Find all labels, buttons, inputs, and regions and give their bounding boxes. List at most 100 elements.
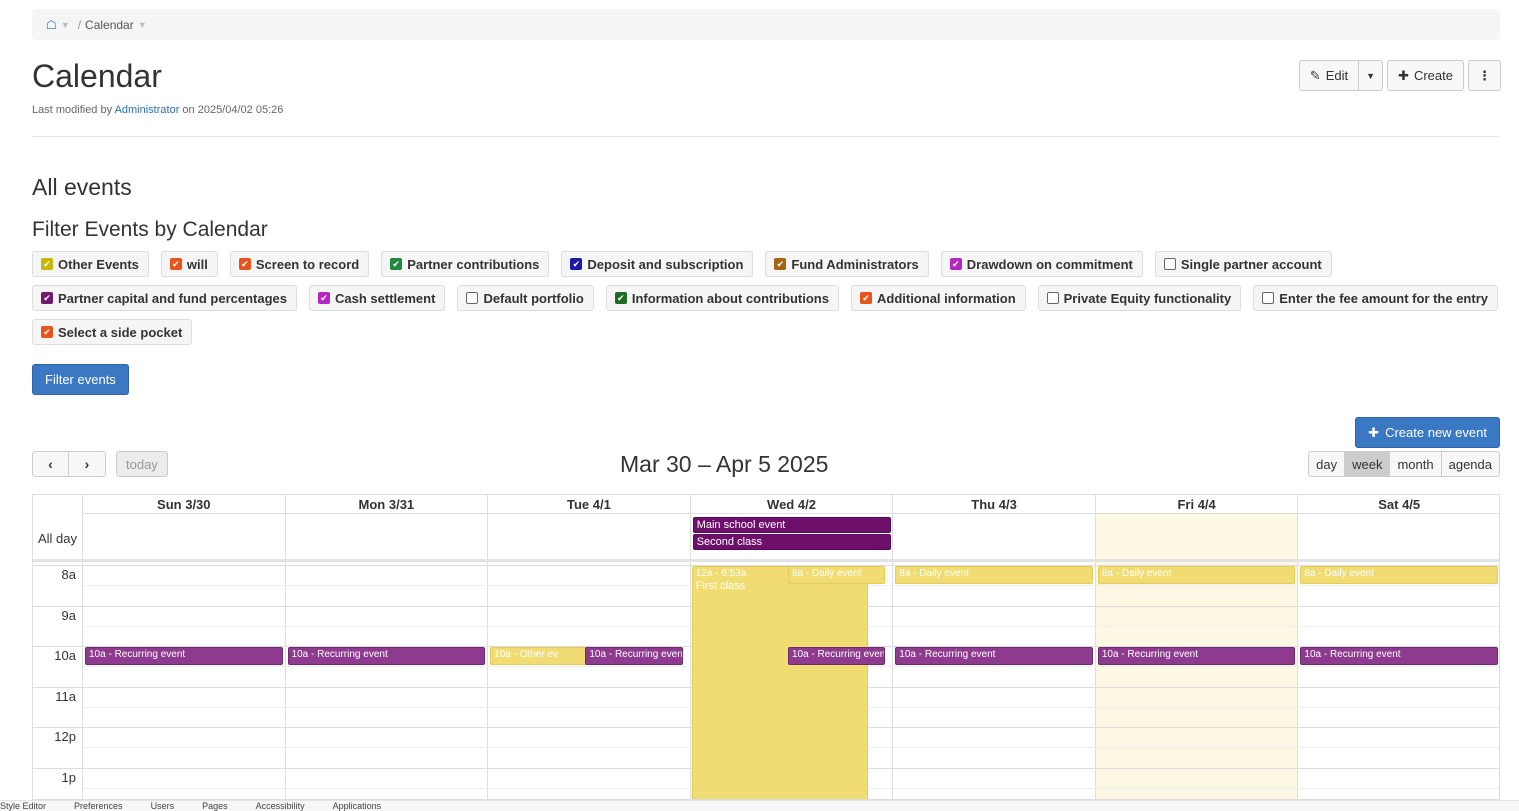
checkbox-checked-icon[interactable]: ✔ <box>390 258 403 270</box>
checkbox-unchecked-icon[interactable] <box>1046 292 1059 304</box>
checkbox-checked-icon[interactable]: ✔ <box>774 258 787 270</box>
bottom-toolbar-item[interactable]: Applications <box>333 801 382 811</box>
edit-button[interactable]: ✎ Edit <box>1298 60 1360 91</box>
caret-down-icon: ▼ <box>1366 70 1376 81</box>
event-label: 10a - Recurring event <box>1101 649 1199 660</box>
calendar-event[interactable]: 8a - Daily event <box>895 566 1093 585</box>
filter-chip[interactable]: ✔ Other Events <box>32 251 149 277</box>
calendar-event[interactable]: 8a - Daily event <box>1097 566 1296 585</box>
view-agenda-button[interactable]: agenda <box>1441 451 1500 477</box>
filter-chip[interactable]: ✔ Cash settlement <box>309 285 446 311</box>
next-button[interactable]: › <box>69 451 106 477</box>
bottom-toolbar-item[interactable]: Pages <box>202 801 228 811</box>
filter-label: Other Events <box>58 256 139 272</box>
filter-chip[interactable]: ✔ will <box>160 251 218 277</box>
filter-chip[interactable]: ✔ Information about contributions <box>605 285 839 311</box>
bottom-toolbar-item[interactable]: Preferences <box>74 801 123 811</box>
calendar-event[interactable]: 8a - Daily event <box>1300 566 1498 585</box>
prev-button[interactable]: ‹ <box>32 451 69 477</box>
create-button[interactable]: ✚ Create <box>1387 60 1464 91</box>
edit-button-group: ✎ Edit ▼ <box>1298 60 1384 91</box>
event-label: 10a - Other ev <box>494 649 559 660</box>
filter-chip[interactable]: ✔ Partner contributions <box>381 251 550 277</box>
bottom-toolbar-item[interactable]: Users <box>151 801 175 811</box>
plus-icon: ✚ <box>1368 424 1380 440</box>
filter-label: Cash settlement <box>335 290 436 306</box>
modified-user-link[interactable]: Administrator <box>115 104 180 116</box>
checkbox-checked-icon[interactable]: ✔ <box>41 258 53 270</box>
filter-chip[interactable]: ✔ Drawdown on commitment <box>940 251 1143 277</box>
filter-chip[interactable]: ✔ Select a side pocket <box>32 319 193 345</box>
view-week-button[interactable]: week <box>1345 451 1391 477</box>
calendar-event[interactable]: 12a - 6:53a First class <box>691 566 868 799</box>
filter-label: Fund Administrators <box>791 256 919 272</box>
checkbox-unchecked-icon[interactable] <box>1262 292 1275 304</box>
chevron-down-icon[interactable]: ▼ <box>61 20 70 30</box>
bottom-toolbar-item[interactable]: Accessibility <box>256 801 305 811</box>
day-header[interactable]: Sat 4/5 <box>1298 495 1499 514</box>
calendar-event[interactable]: 10a - Recurring event <box>1097 647 1296 666</box>
allday-event[interactable]: Main school event <box>692 517 892 533</box>
all-events-heading: All events <box>32 174 132 200</box>
view-month-button[interactable]: month <box>1390 451 1442 477</box>
event-label: 10a - Recurring event <box>589 649 683 660</box>
filter-chip[interactable]: Single partner account <box>1154 251 1332 277</box>
calendar-event[interactable]: 10a - Recurring event <box>85 647 283 666</box>
checkbox-checked-icon[interactable]: ✔ <box>169 258 182 270</box>
hour-label: 12p <box>54 729 76 744</box>
create-new-event-button[interactable]: ✚ Create new event <box>1355 417 1500 448</box>
day-header[interactable]: Fri 4/4 <box>1095 495 1298 514</box>
calendar-event[interactable]: 10a - Other ev <box>490 647 592 666</box>
view-switcher: day week month agenda <box>1308 451 1500 477</box>
hour-label: 10a <box>54 648 76 663</box>
day-header[interactable]: Wed 4/2 <box>690 495 893 514</box>
view-day-button[interactable]: day <box>1308 451 1346 477</box>
filter-chip[interactable]: Private Equity functionality <box>1037 285 1242 311</box>
home-icon[interactable]: ☖ <box>46 18 57 32</box>
create-new-event-label: Create new event <box>1385 425 1487 440</box>
hour-label: 11a <box>55 688 76 704</box>
checkbox-unchecked-icon[interactable] <box>1163 258 1176 270</box>
day-header[interactable]: Sun 3/30 <box>83 495 285 514</box>
filter-label: Deposit and subscription <box>587 256 744 272</box>
checkbox-checked-icon[interactable]: ✔ <box>41 292 53 304</box>
checkbox-unchecked-icon[interactable] <box>466 292 479 304</box>
calendar-event[interactable]: 10a - Recurring event <box>787 647 886 666</box>
today-button[interactable]: today <box>116 451 168 477</box>
filter-chip[interactable]: ✔ Fund Administrators <box>765 251 929 277</box>
day-header[interactable]: Tue 4/1 <box>488 495 690 514</box>
allday-event[interactable]: Second class <box>692 534 892 550</box>
checkbox-checked-icon[interactable]: ✔ <box>318 292 331 304</box>
filter-chip[interactable]: ✔ Partner capital and fund percentages <box>32 285 298 311</box>
calendar-event[interactable]: 10a - Recurring event <box>585 647 683 666</box>
page-actions: ✎ Edit ▼ ✚ Create ⋮ <box>1298 60 1501 91</box>
filter-label: Drawdown on commitment <box>966 256 1133 272</box>
day-header[interactable]: Thu 4/3 <box>893 495 1095 514</box>
calendar-event[interactable]: 10a - Recurring event <box>895 647 1093 666</box>
checkbox-checked-icon[interactable]: ✔ <box>859 292 872 304</box>
calendar-event[interactable]: 10a - Recurring event <box>287 647 486 666</box>
bottom-toolbar-item[interactable]: Style Editor <box>0 801 46 811</box>
chevron-down-icon[interactable]: ▼ <box>138 20 147 30</box>
checkbox-checked-icon[interactable]: ✔ <box>614 292 627 304</box>
allday-label: All day <box>38 531 78 546</box>
filter-chip[interactable]: Enter the fee amount for the entry <box>1253 285 1498 311</box>
edit-dropdown-toggle[interactable]: ▼ <box>1359 60 1384 91</box>
day-header[interactable]: Mon 3/31 <box>285 495 488 514</box>
calendar-event[interactable]: 8a - Daily event <box>787 566 886 585</box>
filter-events-button[interactable]: Filter events <box>32 364 129 395</box>
checkbox-checked-icon[interactable]: ✔ <box>949 258 962 270</box>
filter-label: Screen to record <box>255 256 360 272</box>
more-actions-button[interactable]: ⋮ <box>1468 60 1501 91</box>
checkbox-checked-icon[interactable]: ✔ <box>41 326 53 338</box>
checkbox-checked-icon[interactable]: ✔ <box>238 258 251 270</box>
filter-chip[interactable]: ✔ Screen to record <box>229 251 370 277</box>
checkbox-checked-icon[interactable]: ✔ <box>570 258 583 270</box>
calendar-event[interactable]: 10a - Recurring event <box>1300 647 1498 666</box>
breadcrumb-current[interactable]: Calendar <box>85 18 134 32</box>
calendar-nav: ‹ › today <box>32 451 168 477</box>
filter-heading: Filter Events by Calendar <box>32 218 268 241</box>
filter-chip[interactable]: ✔ Deposit and subscription <box>561 251 754 277</box>
filter-chip[interactable]: ✔ Additional information <box>850 285 1026 311</box>
filter-chip[interactable]: Default portfolio <box>457 285 594 311</box>
